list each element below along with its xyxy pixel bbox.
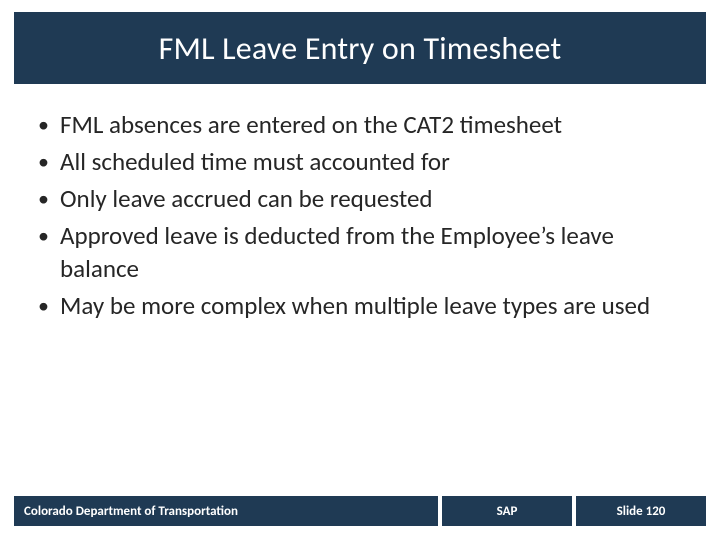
- bullet-icon: •: [34, 219, 60, 252]
- footer-org: Colorado Department of Transportation: [14, 496, 438, 526]
- bullet-icon: •: [34, 108, 60, 141]
- bullet-list: • FML absences are entered on the CAT2 t…: [34, 108, 680, 326]
- title-bar: FML Leave Entry on Timesheet: [14, 12, 706, 84]
- bullet-icon: •: [34, 289, 60, 322]
- footer: Colorado Department of Transportation SA…: [14, 496, 706, 526]
- bullet-text: Approved leave is deducted from the Empl…: [60, 219, 680, 285]
- bullet-icon: •: [34, 145, 60, 178]
- list-item: • All scheduled time must accounted for: [34, 145, 680, 178]
- list-item: • Approved leave is deducted from the Em…: [34, 219, 680, 285]
- footer-topic: SAP: [442, 496, 572, 526]
- footer-slide-number: Slide 120: [576, 496, 706, 526]
- list-item: • May be more complex when multiple leav…: [34, 289, 680, 322]
- bullet-text: Only leave accrued can be requested: [60, 182, 433, 215]
- bullet-text: All scheduled time must accounted for: [60, 145, 450, 178]
- bullet-icon: •: [34, 182, 60, 215]
- slide: FML Leave Entry on Timesheet • FML absen…: [0, 0, 720, 540]
- list-item: • Only leave accrued can be requested: [34, 182, 680, 215]
- bullet-text: FML absences are entered on the CAT2 tim…: [60, 108, 562, 141]
- slide-title: FML Leave Entry on Timesheet: [159, 29, 562, 68]
- bullet-text: May be more complex when multiple leave …: [60, 289, 650, 322]
- list-item: • FML absences are entered on the CAT2 t…: [34, 108, 680, 141]
